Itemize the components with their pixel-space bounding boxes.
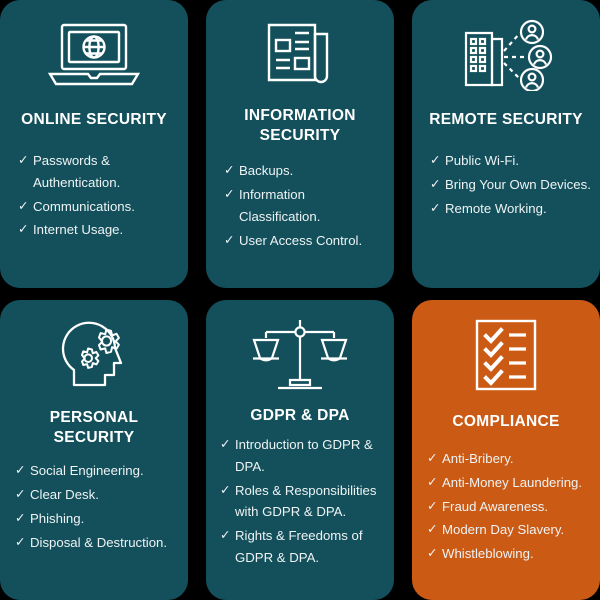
card-online-security[interactable]: ONLINE SECURITY ✓ Passwords & Authenticat…: [0, 0, 188, 288]
list-item: ✓ User Access Control.: [220, 230, 388, 252]
card-gdpr-dpa[interactable]: GDPR & DPA ✓ Introduction to GDPR & DPA. …: [206, 300, 394, 600]
check-icon: ✓: [224, 187, 235, 202]
check-icon: ✓: [224, 163, 235, 178]
check-icon: ✓: [427, 498, 438, 513]
laptop-globe-icon: [10, 14, 178, 96]
card-personal-security[interactable]: PERSONAL SECURITY ✓ Social Engineering. ✓…: [0, 300, 188, 600]
list-item: ✓ Phishing.: [11, 508, 179, 530]
list-item: ✓ Public Wi-Fi.: [426, 150, 594, 172]
office-building-users-network-icon: [422, 14, 590, 96]
newspaper-document-icon: [216, 14, 384, 96]
check-icon: ✓: [15, 487, 26, 502]
check-icon: ✓: [220, 482, 231, 497]
list-item-label: Backups.: [239, 163, 294, 179]
card-title: INFORMATION SECURITY: [244, 107, 356, 145]
list-item: ✓ Internet Usage.: [14, 219, 182, 241]
list-item-label: Internet Usage.: [33, 222, 124, 238]
list-item: ✓ Disposal & Destruction.: [11, 532, 179, 554]
card-title: ONLINE SECURITY: [21, 111, 167, 128]
head-gears-icon: [10, 314, 178, 396]
list-item: ✓ Whistleblowing.: [423, 543, 591, 565]
list-item: ✓ Modern Day Slavery.: [423, 519, 591, 541]
list-item-label: Communications.: [33, 198, 135, 214]
list-item: ✓ Anti-Money Laundering.: [423, 472, 591, 494]
check-icon: ✓: [427, 522, 438, 537]
check-icon: ✓: [430, 200, 441, 215]
list-item: ✓ Social Engineering.: [11, 460, 179, 482]
list-item-label: Roles & Responsibilities with GDPR & DPA…: [235, 482, 377, 520]
check-icon: ✓: [220, 437, 231, 452]
list-item: ✓ Backups.: [220, 160, 388, 182]
check-icon: ✓: [430, 176, 441, 191]
card-title: REMOTE SECURITY: [429, 111, 583, 128]
bullet-list: ✓ Passwords & Authentication. ✓ Communicat…: [2, 150, 186, 278]
check-icon: ✓: [15, 534, 26, 549]
topic-card-grid: ONLINE SECURITY ✓ Passwords & Authenticat…: [0, 0, 600, 600]
list-item-label: Whistleblowing.: [442, 546, 534, 562]
list-item-label: Clear Desk.: [30, 487, 99, 503]
bullet-list: ✓ Introduction to GDPR & DPA. ✓ Roles & Re…: [216, 434, 384, 590]
check-icon: ✓: [430, 153, 441, 168]
list-item: ✓ Anti-Bribery.: [423, 448, 591, 470]
bullet-list: ✓ Social Engineering. ✓ Clear Desk. ✓ Phish…: [9, 460, 179, 590]
list-item: ✓ Fraud Awareness.: [423, 496, 591, 518]
list-item: ✓ Clear Desk.: [11, 484, 179, 506]
check-icon: ✓: [220, 528, 231, 543]
card-information-security[interactable]: INFORMATION SECURITY ✓ Backups. ✓ Informat…: [206, 0, 394, 288]
card-title: PERSONAL SECURITY: [49, 409, 139, 447]
checklist-clipboard-icon: [422, 314, 590, 396]
list-item: ✓ Rights & Freedoms of GDPR & DPA.: [216, 525, 384, 569]
scales-of-justice-icon: [216, 314, 384, 396]
bullet-list: ✓ Anti-Bribery. ✓ Anti-Money Laundering. ✓…: [421, 448, 591, 590]
list-item-label: Fraud Awareness.: [442, 498, 549, 514]
check-icon: ✓: [427, 474, 438, 489]
check-icon: ✓: [427, 546, 438, 561]
check-icon: ✓: [18, 153, 29, 168]
card-compliance[interactable]: COMPLIANCE ✓ Anti-Bribery. ✓ Anti-Money La…: [412, 300, 600, 600]
card-title: GDPR & DPA: [250, 407, 350, 424]
check-icon: ✓: [18, 198, 29, 213]
list-item-label: Public Wi-Fi.: [445, 153, 519, 169]
list-item-label: Remote Working.: [445, 200, 547, 216]
check-icon: ✓: [18, 222, 29, 237]
list-item-label: Phishing.: [30, 510, 85, 526]
list-item-label: Anti-Bribery.: [442, 451, 514, 467]
list-item: ✓ Bring Your Own Devices.: [426, 174, 594, 196]
list-item-label: Modern Day Slavery.: [442, 522, 565, 538]
list-item: ✓ Introduction to GDPR & DPA.: [216, 434, 384, 478]
list-item: ✓ Passwords & Authentication.: [14, 150, 182, 194]
list-item-label: Anti-Money Laundering.: [442, 474, 583, 490]
list-item-label: Information Classification.: [239, 187, 321, 224]
list-item-label: User Access Control.: [239, 232, 363, 248]
list-item-label: Disposal & Destruction.: [30, 534, 168, 550]
list-item-label: Bring Your Own Devices.: [445, 176, 591, 192]
check-icon: ✓: [427, 451, 438, 466]
bullet-list: ✓ Public Wi-Fi. ✓ Bring Your Own Devices. …: [418, 150, 594, 278]
list-item: ✓ Communications.: [14, 196, 182, 218]
list-item: ✓ Roles & Responsibilities with GDPR & DP…: [216, 480, 384, 524]
card-title: COMPLIANCE: [452, 413, 560, 430]
list-item: ✓ Information Classification.: [220, 184, 388, 228]
bullet-list: ✓ Backups. ✓ Information Classification. ✓…: [212, 160, 388, 278]
list-item-label: Introduction to GDPR & DPA.: [235, 437, 373, 474]
check-icon: ✓: [15, 510, 26, 525]
list-item-label: Rights & Freedoms of GDPR & DPA.: [235, 528, 363, 566]
check-icon: ✓: [224, 232, 235, 247]
list-item-label: Passwords & Authentication.: [33, 153, 121, 190]
card-remote-security[interactable]: REMOTE SECURITY ✓ Public Wi-Fi. ✓ Bring Yo…: [412, 0, 600, 288]
list-item: ✓ Remote Working.: [426, 198, 594, 220]
list-item-label: Social Engineering.: [30, 463, 144, 479]
check-icon: ✓: [15, 463, 26, 478]
